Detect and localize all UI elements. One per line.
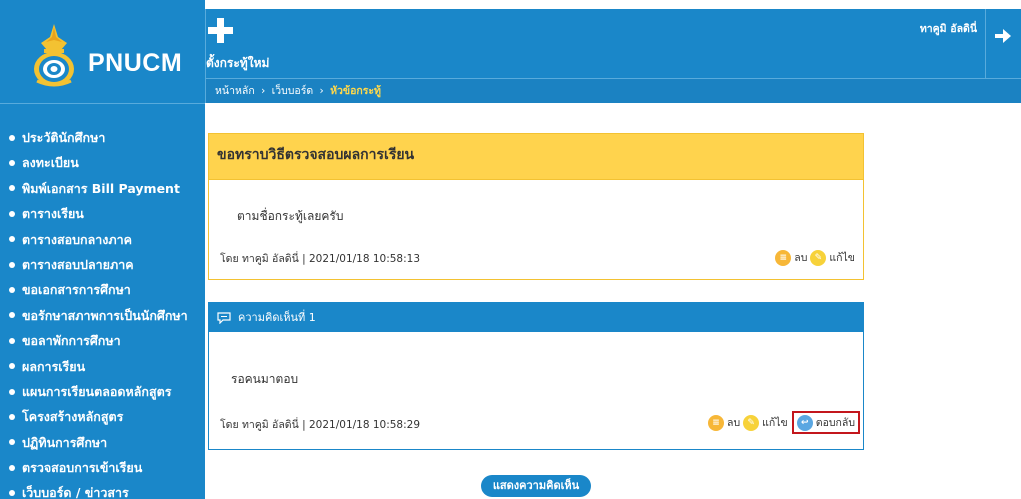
bullet-icon xyxy=(9,464,15,471)
bullet-icon xyxy=(9,312,15,319)
speech-bubble-icon xyxy=(217,311,231,324)
bullet-icon xyxy=(9,388,15,395)
post-title: ขอทราบวิธีตรวจสอบผลการเรียน xyxy=(209,134,863,180)
user-name[interactable]: ทาคูมิ อัลดินี่ xyxy=(920,20,977,37)
comment-header-label: ความคิดเห็นที่ 1 xyxy=(238,310,316,324)
sidebar-item[interactable]: ผลการเรียน xyxy=(8,354,188,379)
sidebar-item[interactable]: ขอเอกสารการศึกษา xyxy=(8,277,188,302)
sidebar-item[interactable]: พิมพ์เอกสาร Bill Payment xyxy=(8,176,188,201)
comment-body: รอคนมาตอบ xyxy=(231,372,299,386)
breadcrumb-current: หัวข้อกระทู้ xyxy=(330,85,381,97)
comment-actions: ≡ ลบ ✎ แก้ไข ↩ ตอบกลับ xyxy=(705,411,860,434)
logout-button[interactable] xyxy=(985,9,1021,78)
sidebar-item-label: ลงทะเบียน xyxy=(22,155,79,171)
sidebar-item-label: เว็บบอร์ด / ข่าวสาร xyxy=(22,485,129,499)
sidebar-item-label: โครงสร้างหลักสูตร xyxy=(22,409,124,425)
topbar: ตั้งกระทู้ใหม่ ทาคูมิ อัลดินี่ หน้าหลัก … xyxy=(205,9,1021,103)
bullet-icon xyxy=(9,439,15,446)
post-card: ขอทราบวิธีตรวจสอบผลการเรียน ตามชื่อกระทู… xyxy=(208,133,864,280)
post-edit-button[interactable]: ✎ แก้ไข xyxy=(810,249,855,266)
sidebar-item[interactable]: ขอลาพักการศึกษา xyxy=(8,328,188,353)
breadcrumb: หน้าหลัก › เว็บบอร์ด › หัวข้อกระทู้ xyxy=(206,78,1021,103)
delete-label: ลบ xyxy=(727,417,741,429)
breadcrumb-separator: › xyxy=(319,85,324,97)
comment-meta: โดย ทาคูมิ อัลดินี่ | 2021/01/18 10:58:2… xyxy=(220,419,421,431)
sidebar-item-label: ปฏิทินการศึกษา xyxy=(22,434,108,450)
comment-header: ความคิดเห็นที่ 1 xyxy=(209,303,863,332)
delete-label: ลบ xyxy=(794,252,808,264)
bullet-icon xyxy=(9,490,15,497)
sidebar-item[interactable]: ปฏิทินการศึกษา xyxy=(8,430,188,455)
comment-delete-button[interactable]: ≡ ลบ xyxy=(708,414,740,431)
comment-reply-button[interactable]: ↩ ตอบกลับ xyxy=(791,411,860,434)
sidebar-item-label: แผนการเรียนตลอดหลักสูตร xyxy=(22,383,172,399)
sidebar-item-label: ขอเอกสารการศึกษา xyxy=(22,282,131,298)
bullet-icon xyxy=(9,160,15,167)
pencil-icon: ✎ xyxy=(810,249,827,266)
sidebar-item-label: ตารางสอบกลางภาค xyxy=(22,231,133,247)
sidebar-item-label: ผลการเรียน xyxy=(22,358,86,374)
logo-area[interactable]: PNUCM xyxy=(0,9,205,104)
sidebar-item-label: ขอลาพักการศึกษา xyxy=(22,333,121,349)
sidebar-item-label: พิมพ์เอกสาร Bill Payment xyxy=(22,180,180,196)
sidebar-menu: ประวัตินักศึกษาลงทะเบียนพิมพ์เอกสาร Bill… xyxy=(8,125,188,499)
post-body: ตามชื่อกระทู้เลยครับ xyxy=(237,209,344,223)
breadcrumb-home[interactable]: หน้าหลัก xyxy=(215,85,255,97)
reply-arrow-icon: ↩ xyxy=(796,414,813,431)
pencil-icon: ✎ xyxy=(743,414,760,431)
bullet-icon xyxy=(9,134,15,141)
post-delete-button[interactable]: ≡ ลบ xyxy=(775,249,807,266)
sidebar-item[interactable]: ลงทะเบียน xyxy=(8,150,188,175)
breadcrumb-separator: › xyxy=(261,85,266,97)
bullet-icon xyxy=(9,236,15,243)
new-topic-label: ตั้งกระทู้ใหม่ xyxy=(206,56,270,70)
post-meta: โดย ทาคูมิ อัลดินี่ | 2021/01/18 10:58:1… xyxy=(220,253,421,265)
sidebar-item-label: ขอรักษาสภาพการเป็นนักศึกษา xyxy=(22,307,188,323)
sidebar-item[interactable]: ตารางสอบปลายภาค xyxy=(8,252,188,277)
university-emblem-icon xyxy=(34,24,74,87)
sidebar-item[interactable]: โครงสร้างหลักสูตร xyxy=(8,404,188,429)
arrow-right-icon xyxy=(995,29,1011,43)
reply-label: ตอบกลับ xyxy=(815,417,855,429)
trash-icon: ≡ xyxy=(775,249,792,266)
bullet-icon xyxy=(9,413,15,420)
comment-edit-button[interactable]: ✎ แก้ไข xyxy=(743,414,788,431)
sidebar-item[interactable]: ขอรักษาสภาพการเป็นนักศึกษา xyxy=(8,303,188,328)
edit-label: แก้ไข xyxy=(762,417,788,429)
bullet-icon xyxy=(9,185,15,192)
sidebar-item[interactable]: ตารางเรียน xyxy=(8,201,188,226)
brand-name: PNUCM xyxy=(88,49,183,77)
bullet-icon xyxy=(9,337,15,344)
post-actions: ≡ ลบ ✎ แก้ไข xyxy=(772,249,855,266)
sidebar-item[interactable]: เว็บบอร์ด / ข่าวสาร xyxy=(8,480,188,499)
bullet-icon xyxy=(9,210,15,217)
sidebar-item[interactable]: ตรวจสอบการเข้าเรียน xyxy=(8,455,188,480)
sidebar-item-label: ตรวจสอบการเข้าเรียน xyxy=(22,460,143,476)
bullet-icon xyxy=(9,363,15,370)
sidebar-item-label: ตารางสอบปลายภาค xyxy=(22,256,134,272)
sidebar-item[interactable]: ตารางสอบกลางภาค xyxy=(8,227,188,252)
plus-icon xyxy=(208,18,233,43)
bullet-icon xyxy=(9,287,15,294)
sidebar-item-label: ตารางเรียน xyxy=(22,206,84,222)
bullet-icon xyxy=(9,261,15,268)
new-topic-button[interactable]: ตั้งกระทู้ใหม่ xyxy=(206,9,276,79)
comment-card: ความคิดเห็นที่ 1 รอคนมาตอบ โดย ทาคูมิ อั… xyxy=(208,302,864,450)
sidebar: PNUCM ประวัตินักศึกษาลงทะเบียนพิมพ์เอกสา… xyxy=(0,0,205,499)
sidebar-item-label: ประวัตินักศึกษา xyxy=(22,130,106,145)
sidebar-item[interactable]: ประวัตินักศึกษา xyxy=(8,125,188,150)
edit-label: แก้ไข xyxy=(829,252,855,264)
sidebar-item[interactable]: แผนการเรียนตลอดหลักสูตร xyxy=(8,379,188,404)
breadcrumb-webboard[interactable]: เว็บบอร์ด xyxy=(272,85,314,97)
show-comments-button[interactable]: แสดงความคิดเห็น xyxy=(481,475,591,497)
trash-icon: ≡ xyxy=(708,414,725,431)
